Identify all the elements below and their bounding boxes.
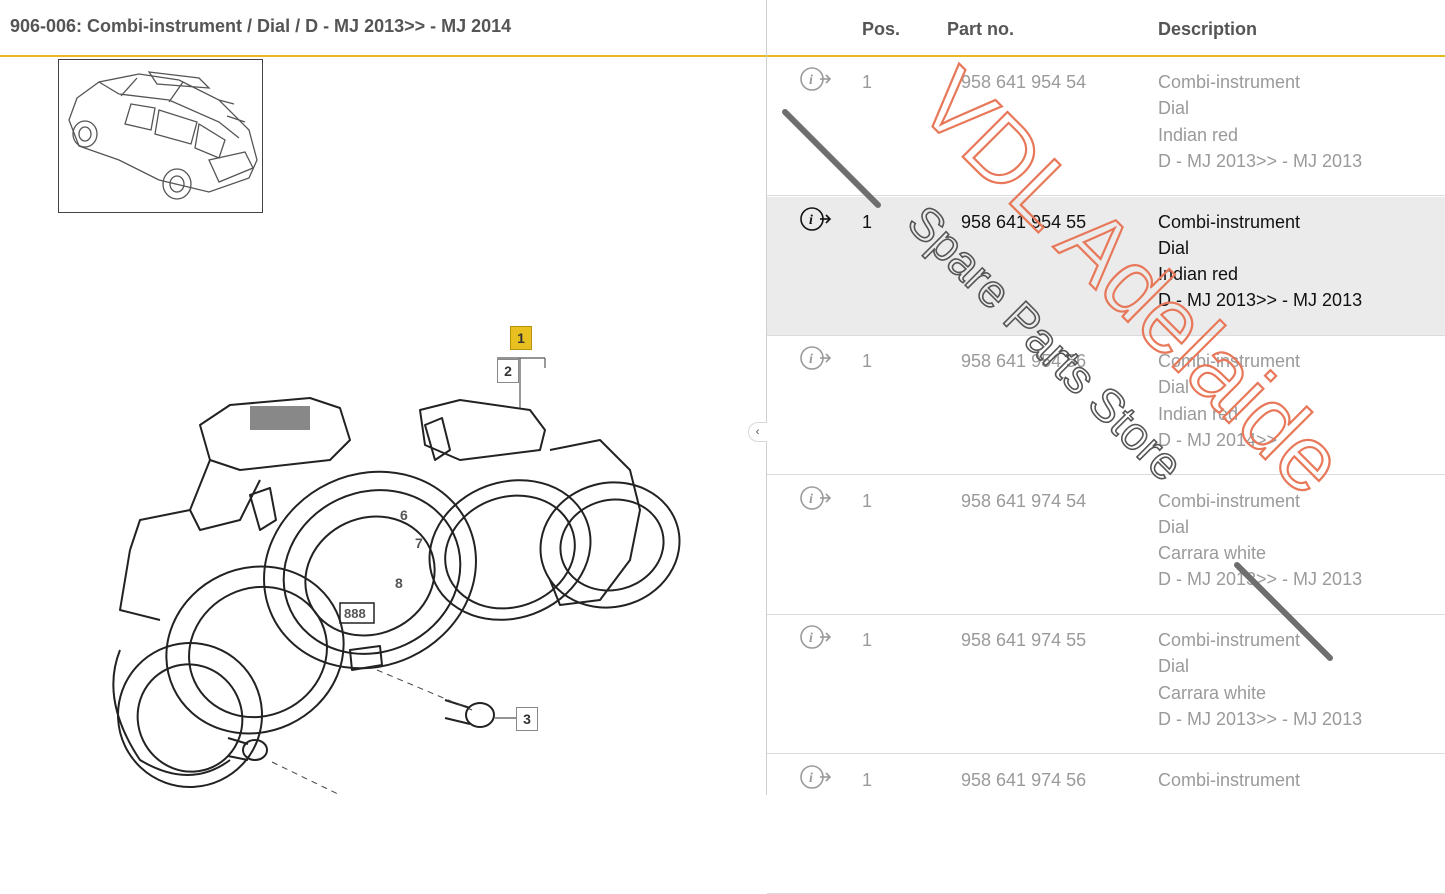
description-line: Combi-instrument [1158, 72, 1301, 92]
description-line: Dial [1158, 516, 1190, 537]
cell-description: Combi-instrument Dial Carrara white D - MJ … [1158, 627, 1362, 732]
cell-description: Combi-instrument Dial Carrara white D - MJ … [1158, 488, 1362, 593]
svg-text:6: 6 [400, 507, 408, 523]
svg-text:i: i [809, 631, 813, 646]
description-line: Dial [1158, 98, 1190, 119]
cell-pos: 1 [862, 72, 873, 92]
cell-pos: 1 [862, 490, 873, 511]
illustration-header: 906-006: Combi-instrument / Dial / D - M… [0, 0, 766, 57]
svg-text:8: 8 [395, 575, 403, 591]
instrument-cluster-diagram: 888 6 7 8 [112, 357, 681, 795]
svg-text:i: i [809, 492, 813, 507]
callout-2[interactable]: 2 [497, 359, 519, 383]
description-line: Dial [1158, 377, 1190, 398]
description-line: Combi-instrument [1158, 769, 1301, 790]
table-row[interactable]: i 1 958 641 974 54 Combi-instrument Dial Carr… [767, 476, 1445, 615]
cell-part-no[interactable]: 958 641 974 54 [961, 488, 1086, 514]
cell-description: Combi-instrument [1158, 767, 1300, 793]
table-row[interactable]: i 1 958 641 954 56 Combi-instrument Dial Indi… [767, 336, 1445, 475]
callout-1[interactable]: 1 [510, 326, 532, 350]
illustration-pane: 906-006: Combi-instrument / Dial / D - M… [0, 0, 766, 795]
description-line: Dial [1158, 656, 1190, 677]
table-row[interactable]: i 1 958 641 974 56 Combi-instrument [767, 755, 1445, 894]
description-line: D - MJ 2013>> - MJ 2013 [1158, 708, 1363, 729]
description-line: D - MJ 2013>> - MJ 2013 [1158, 290, 1363, 311]
table-row[interactable]: i 1 958 641 974 55 Combi-instrument Dial Carr… [767, 615, 1445, 754]
cell-description: Combi-instrument Dial Indian red D - MJ 201… [1158, 348, 1300, 453]
cell-pos: 1 [862, 769, 873, 790]
info-arrow-icon[interactable]: i [799, 345, 833, 371]
table-row[interactable]: i 1 958 641 954 54 Combi-instrument Dial Indi… [767, 57, 1445, 196]
description-line: D - MJ 2014>> [1158, 429, 1278, 450]
column-header-pos[interactable]: Pos. [862, 19, 900, 40]
column-header-description[interactable]: Description [1158, 19, 1257, 40]
vehicle-thumbnail[interactable] [58, 59, 263, 213]
cell-description: Combi-instrument Dial Indian red D - MJ 201… [1158, 209, 1362, 314]
table-row[interactable]: i 1 958 641 954 55 Combi-instrument Dial Indi… [767, 196, 1445, 336]
cell-description: Combi-instrument Dial Indian red D - MJ 201… [1158, 69, 1362, 174]
cell-pos: 1 [862, 630, 873, 650]
column-header-part-no[interactable]: Part no. [947, 19, 1014, 40]
info-arrow-icon[interactable]: i [799, 66, 833, 92]
cell-part-no[interactable]: 958 641 954 54 [961, 69, 1086, 95]
description-line: Indian red [1158, 264, 1239, 285]
description-line: Indian red [1158, 403, 1239, 424]
svg-text:7: 7 [415, 535, 423, 551]
svg-text:i: i [809, 771, 813, 786]
page-title: 906-006: Combi-instrument / Dial / D - M… [10, 16, 512, 36]
parts-table: Pos. Part no. Description i 1 958 641 954 … [767, 0, 1445, 894]
vehicle-thumbnail-icon [68, 71, 258, 200]
svg-text:i: i [809, 352, 813, 367]
description-line: Combi-instrument [1158, 211, 1301, 232]
description-line: Combi-instrument [1158, 490, 1301, 511]
callout-3[interactable]: 3 [516, 707, 538, 731]
description-line: Combi-instrument [1158, 351, 1301, 371]
description-line: Carrara white [1158, 682, 1267, 703]
description-line: Combi-instrument [1158, 630, 1301, 650]
description-line: Indian red [1158, 124, 1239, 145]
cell-part-no[interactable]: 958 641 954 55 [961, 209, 1086, 235]
svg-text:888: 888 [344, 606, 366, 621]
description-line: Dial [1158, 237, 1190, 258]
cell-pos: 1 [862, 211, 873, 232]
svg-text:i: i [809, 73, 813, 88]
info-arrow-icon[interactable]: i [799, 624, 833, 650]
cell-pos: 1 [862, 351, 873, 371]
table-header: Pos. Part no. Description [767, 0, 1445, 57]
description-line: D - MJ 2013>> - MJ 2013 [1158, 150, 1363, 171]
info-arrow-icon[interactable]: i [799, 206, 833, 232]
description-line: Carrara white [1158, 543, 1267, 564]
cell-part-no[interactable]: 958 641 954 56 [961, 348, 1086, 374]
description-line: D - MJ 2013>> - MJ 2013 [1158, 569, 1363, 590]
cell-part-no[interactable]: 958 641 974 56 [961, 767, 1086, 793]
svg-text:i: i [809, 213, 813, 228]
cell-part-no[interactable]: 958 641 974 55 [961, 627, 1086, 653]
info-arrow-icon[interactable]: i [799, 764, 833, 790]
info-arrow-icon[interactable]: i [799, 485, 833, 511]
